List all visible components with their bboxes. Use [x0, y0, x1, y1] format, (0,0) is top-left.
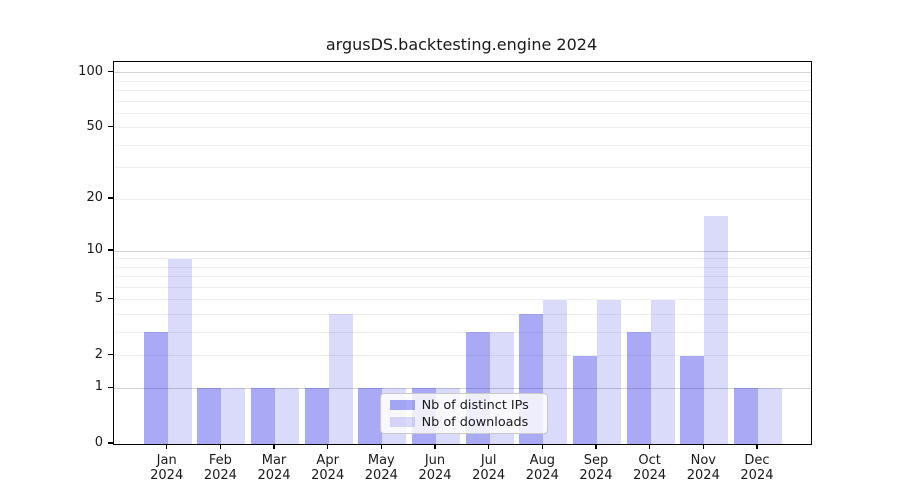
bar-downloads-dec: [758, 388, 782, 444]
bar-ips-may: [358, 388, 382, 444]
x-axis-tick: [381, 444, 382, 449]
bar-ips-oct: [627, 332, 651, 444]
y-axis-tick-label: 1: [0, 379, 103, 395]
y-axis-tick-label: 100: [0, 64, 103, 80]
x-axis-tick-label-month: Dec: [722, 453, 792, 469]
bar-downloads-sep: [597, 300, 621, 444]
bar-downloads-jan: [168, 259, 192, 444]
bar-downloads-apr: [329, 314, 353, 444]
y-axis-tick-label: 10: [0, 242, 103, 258]
y-axis-tick: [108, 354, 113, 355]
minor-gridline: [114, 113, 811, 114]
bar-ips-apr: [305, 388, 329, 444]
minor-gridline: [114, 101, 811, 102]
x-axis-tick: [649, 444, 650, 449]
legend: Nb of distinct IPs Nb of downloads: [380, 393, 547, 434]
bar-ips-feb: [197, 388, 221, 444]
y-axis-tick-label: 20: [0, 190, 103, 206]
legend-label-downloads: Nb of downloads: [422, 415, 529, 430]
x-axis-tick: [756, 444, 757, 449]
y-axis-tick: [108, 71, 113, 72]
x-axis-tick: [434, 444, 435, 449]
legend-item-downloads: Nb of downloads: [390, 415, 540, 430]
x-axis-tick: [703, 444, 704, 449]
minor-gridline: [114, 90, 811, 91]
y-axis-tick-label: 50: [0, 119, 103, 135]
legend-swatch-distinct-ips: [390, 400, 414, 410]
y-axis-tick-label: 0: [0, 435, 103, 451]
y-axis-tick: [108, 249, 113, 250]
x-axis-tick: [273, 444, 274, 449]
bar-ips-sep: [573, 356, 597, 444]
y-axis-tick-label: 5: [0, 291, 103, 307]
minor-gridline: [114, 145, 811, 146]
bar-ips-dec: [734, 388, 758, 444]
bar-ips-jan: [144, 332, 168, 444]
legend-swatch-downloads: [390, 417, 414, 427]
y-axis-tick: [108, 298, 113, 299]
y-axis-tick-label: 2: [0, 347, 103, 363]
x-axis-tick: [542, 444, 543, 449]
y-axis-tick: [108, 197, 113, 198]
bar-downloads-feb: [221, 388, 245, 444]
bar-ips-mar: [251, 388, 275, 444]
x-axis-tick-label-year: 2024: [722, 468, 792, 484]
x-axis-tick: [220, 444, 221, 449]
x-axis-tick: [595, 444, 596, 449]
y-axis-tick: [108, 126, 113, 127]
x-axis-tick: [488, 444, 489, 449]
y-axis-tick: [108, 442, 113, 443]
x-axis-tick-label: Dec2024: [722, 453, 792, 484]
minor-gridline: [114, 127, 811, 128]
major-gridline: [114, 72, 811, 73]
chart-title: argusDS.backtesting.engine 2024: [113, 35, 810, 54]
figure: argusDS.backtesting.engine 2024 Nb of di…: [0, 0, 900, 500]
bar-downloads-oct: [651, 300, 675, 444]
bar-downloads-nov: [704, 216, 728, 444]
legend-label-distinct-ips: Nb of distinct IPs: [422, 398, 529, 413]
bar-downloads-mar: [275, 388, 299, 444]
legend-item-distinct-ips: Nb of distinct IPs: [390, 398, 540, 413]
y-axis-tick: [108, 387, 113, 388]
x-axis-tick: [166, 444, 167, 449]
minor-gridline: [114, 81, 811, 82]
minor-gridline: [114, 167, 811, 168]
minor-gridline: [114, 199, 811, 200]
bar-ips-nov: [680, 356, 704, 444]
plot-area: Nb of distinct IPs Nb of downloads: [113, 61, 812, 446]
x-axis-tick: [327, 444, 328, 449]
